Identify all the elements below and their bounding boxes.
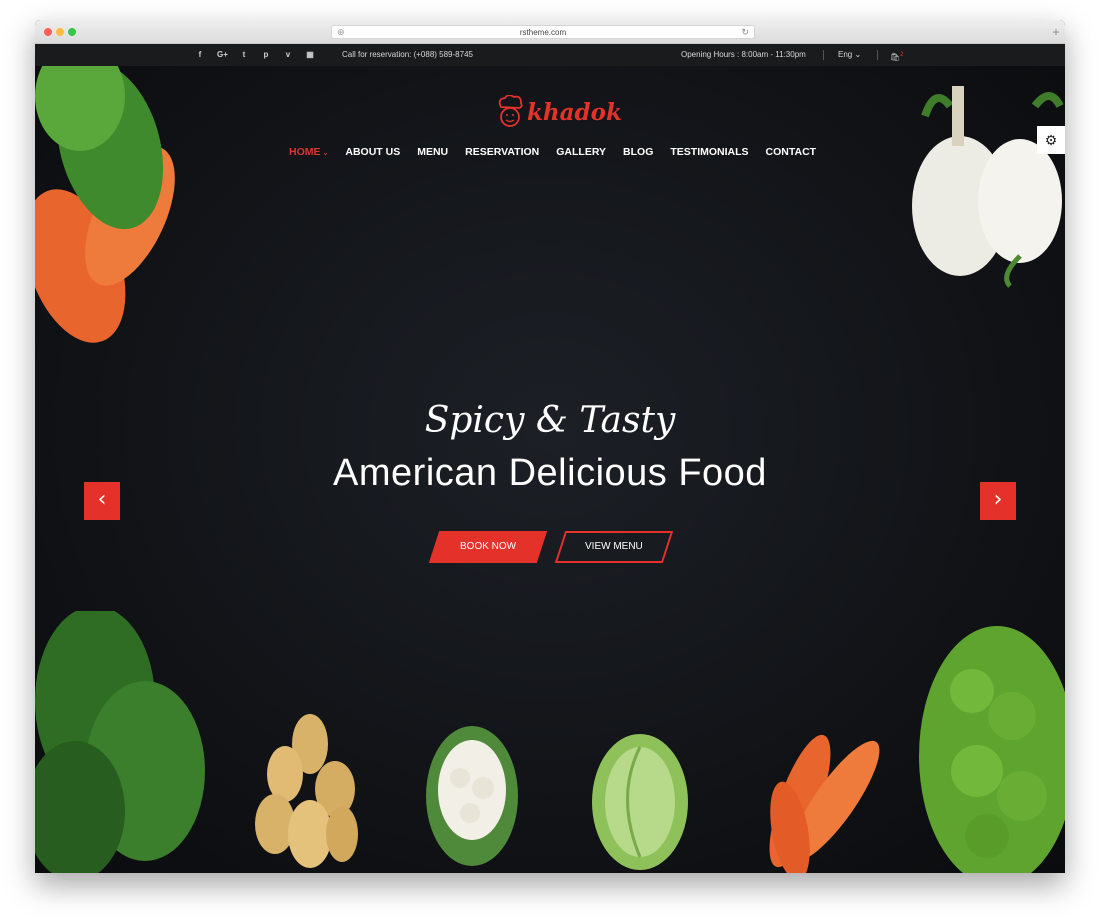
nav-item-menu[interactable]: MENU xyxy=(417,146,448,158)
reload-icon[interactable]: ↻ xyxy=(741,26,749,39)
language-selector[interactable]: Eng ⌄ xyxy=(838,44,861,66)
nav-item-about-us[interactable]: ABOUT US xyxy=(345,146,400,158)
facebook-icon[interactable]: f xyxy=(195,44,205,66)
carrots-image xyxy=(769,734,880,873)
cart-icon: 🛍 xyxy=(890,52,901,62)
site-logo[interactable]: khadok xyxy=(495,92,622,132)
carrot-spinach-image xyxy=(35,66,175,343)
nav-item-testimonials[interactable]: TESTIMONIALS xyxy=(670,146,748,158)
hero-headline: American Delicious Food xyxy=(333,452,767,494)
potatoes-image xyxy=(255,714,358,868)
book-now-label: BOOK NOW xyxy=(459,541,517,552)
site-info-icon[interactable]: ⊕ xyxy=(337,26,345,39)
address-text: rstheme.com xyxy=(519,28,567,37)
hero-script-title: Spicy & Tasty xyxy=(424,400,676,441)
new-tab-icon[interactable]: + xyxy=(1049,26,1063,40)
nav-item-blog[interactable]: BLOG xyxy=(623,146,653,158)
spinach-image xyxy=(35,611,205,873)
cabbage-image xyxy=(592,734,688,870)
garlic-image xyxy=(912,86,1064,288)
view-menu-label: VIEW MENU xyxy=(585,541,643,552)
hero-slider: khadok HOME ⌄ ABOUT US MENU RESERVATION G… xyxy=(35,66,1065,873)
nav-item-home[interactable]: HOME ⌄ xyxy=(289,146,328,158)
nav-item-contact[interactable]: CONTACT xyxy=(766,146,817,158)
chevron-down-icon: ⌄ xyxy=(854,50,862,59)
social-links: f G+ t p v ▦ xyxy=(195,44,315,66)
language-label: Eng xyxy=(838,50,853,59)
settings-gear-icon[interactable]: ⚙ xyxy=(1037,126,1065,154)
top-info-bar: f G+ t p v ▦ Call for reservation: (+088… xyxy=(35,44,1065,66)
opening-hours: Opening Hours : 8:00am - 11:30pm xyxy=(681,50,806,59)
chef-logo-icon xyxy=(498,95,523,127)
browser-window: ⊕ rstheme.com ↻ + f G+ t p v ▦ Call for … xyxy=(35,20,1065,873)
logo-text: khadok xyxy=(527,98,622,126)
book-now-button[interactable]: BOOK NOW xyxy=(428,531,548,563)
google-plus-icon[interactable]: G+ xyxy=(217,44,228,66)
cart-button[interactable]: 🛍2 xyxy=(890,44,904,69)
twitter-icon[interactable]: t xyxy=(239,44,249,66)
address-bar[interactable]: ⊕ rstheme.com ↻ xyxy=(331,25,755,39)
main-navigation: HOME ⌄ ABOUT US MENU RESERVATION GALLERY … xyxy=(289,146,833,158)
minimize-window-icon[interactable] xyxy=(56,28,64,36)
pinterest-icon[interactable]: p xyxy=(261,44,271,66)
broccoli-image xyxy=(919,626,1065,873)
vimeo-icon[interactable]: v xyxy=(283,44,293,66)
browser-toolbar: ⊕ rstheme.com ↻ + xyxy=(35,20,1065,44)
divider xyxy=(823,50,824,60)
reservation-phone: Call for reservation: (+088) 589-8745 xyxy=(342,50,473,59)
map-icon[interactable]: ▦ xyxy=(305,44,315,66)
cart-count: 2 xyxy=(900,52,904,58)
view-menu-button[interactable]: VIEW MENU xyxy=(554,531,674,563)
close-window-icon[interactable] xyxy=(44,28,52,36)
nav-item-label: HOME xyxy=(289,146,321,158)
maximize-window-icon[interactable] xyxy=(68,28,76,36)
nav-item-reservation[interactable]: RESERVATION xyxy=(465,146,539,158)
cauliflower-image xyxy=(426,726,518,866)
chevron-down-icon: ⌄ xyxy=(322,150,329,157)
divider xyxy=(877,50,878,60)
nav-item-gallery[interactable]: GALLERY xyxy=(556,146,606,158)
